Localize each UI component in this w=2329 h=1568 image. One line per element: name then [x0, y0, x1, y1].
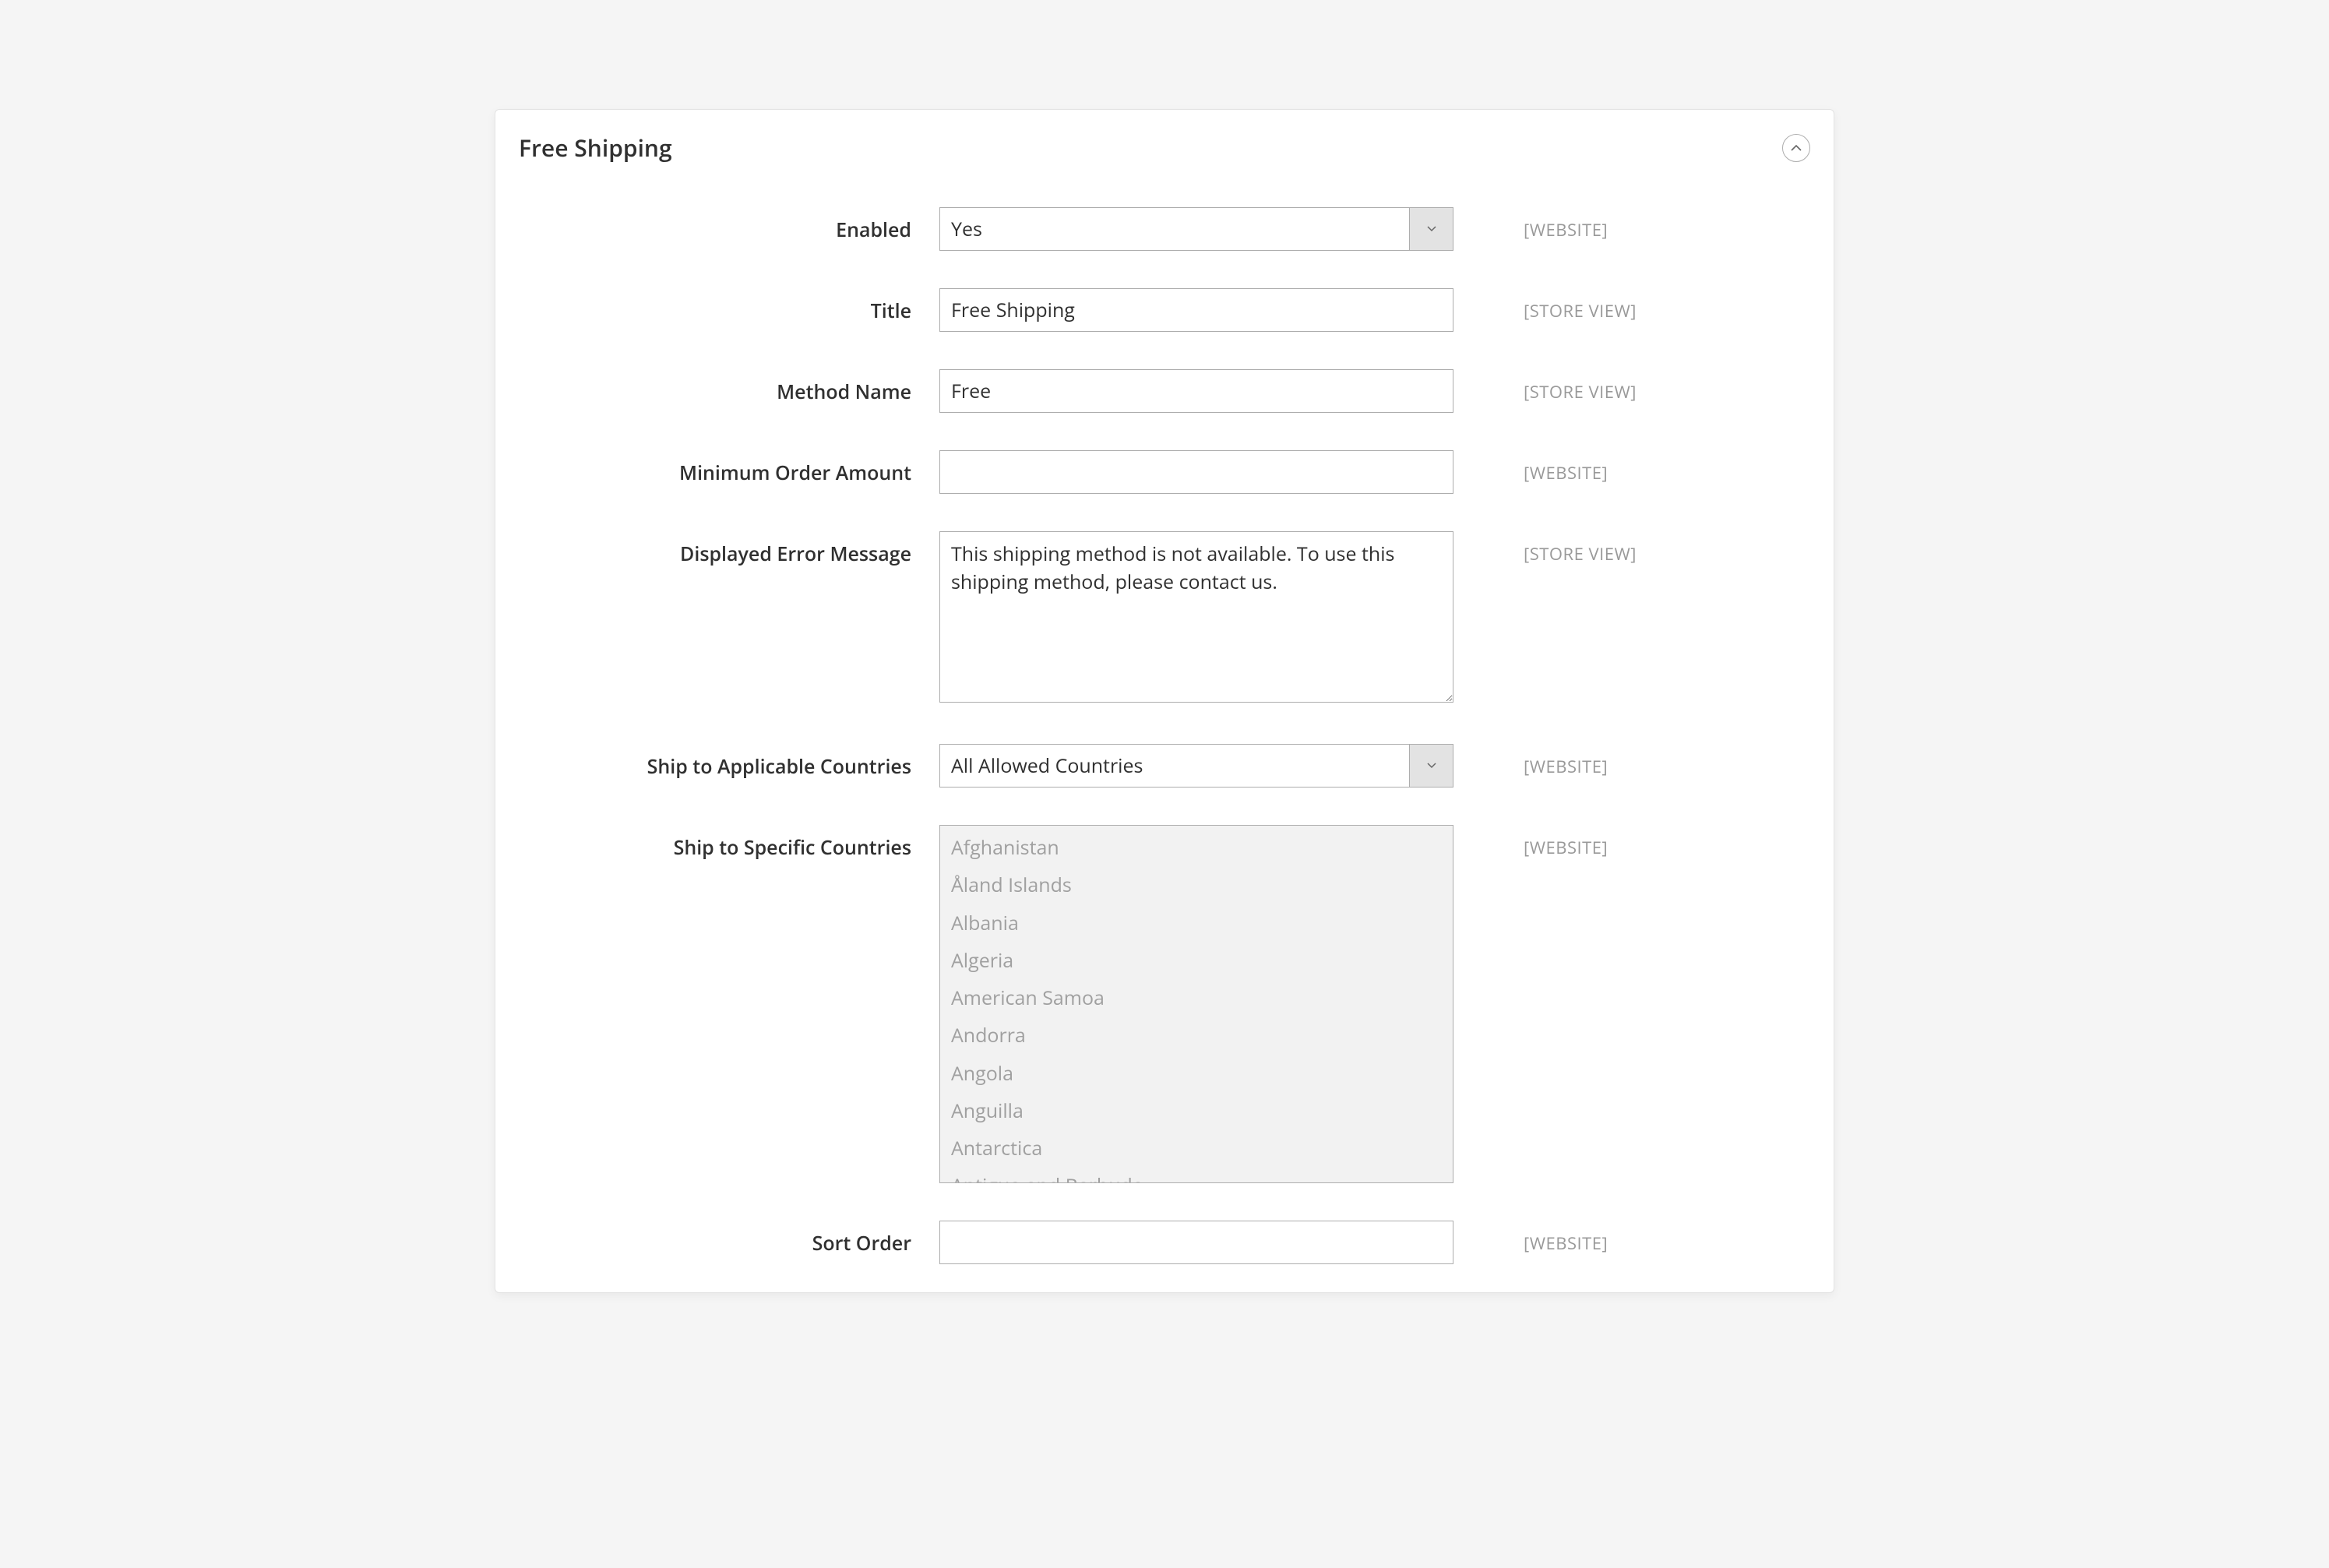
scope-ship-applicable: [WEBSITE] [1453, 744, 1608, 778]
chevron-down-icon [1427, 226, 1436, 232]
country-option[interactable]: Angola [940, 1055, 1453, 1092]
error-msg-textarea[interactable]: This shipping method is not available. T… [939, 531, 1453, 703]
country-option[interactable]: Algeria [940, 942, 1453, 979]
ship-applicable-select-value: All Allowed Countries [940, 745, 1409, 787]
chevron-down-icon [1427, 763, 1436, 769]
ship-specific-multiselect[interactable]: AfghanistanÅland IslandsAlbaniaAlgeriaAm… [939, 825, 1453, 1183]
method-name-input[interactable] [939, 369, 1453, 413]
enabled-select-value: Yes [940, 208, 1409, 250]
panel-title: Free Shipping [519, 132, 672, 164]
scope-sort-order: [WEBSITE] [1453, 1221, 1608, 1255]
row-method-name: Method Name [STORE VIEW] [519, 369, 1810, 413]
ship-applicable-select-arrow [1409, 745, 1453, 787]
label-method-name: Method Name [519, 369, 939, 405]
country-option[interactable]: Åland Islands [940, 866, 1453, 904]
collapse-button[interactable] [1782, 134, 1810, 162]
country-option[interactable]: Antarctica [940, 1129, 1453, 1167]
panel-header: Free Shipping [495, 110, 1834, 184]
row-title: Title [STORE VIEW] [519, 288, 1810, 332]
country-option[interactable]: Antigua and Barbuda [940, 1167, 1453, 1183]
free-shipping-panel: Free Shipping Enabled Yes [WEBSITE] [495, 109, 1834, 1293]
row-min-order: Minimum Order Amount [WEBSITE] [519, 450, 1810, 494]
scope-method-name: [STORE VIEW] [1453, 369, 1637, 403]
country-option[interactable]: Andorra [940, 1017, 1453, 1054]
country-option[interactable]: Anguilla [940, 1092, 1453, 1129]
enabled-select-arrow [1409, 208, 1453, 250]
min-order-input[interactable] [939, 450, 1453, 494]
scope-min-order: [WEBSITE] [1453, 450, 1608, 484]
label-error-msg: Displayed Error Message [519, 531, 939, 567]
row-ship-applicable: Ship to Applicable Countries All Allowed… [519, 744, 1810, 788]
chevron-up-icon [1791, 144, 1802, 152]
country-option[interactable]: Afghanistan [940, 829, 1453, 866]
row-error-msg: Displayed Error Message This shipping me… [519, 531, 1810, 706]
title-input[interactable] [939, 288, 1453, 332]
form-body: Enabled Yes [WEBSITE] Title [STO [495, 184, 1834, 1292]
country-option[interactable]: American Samoa [940, 979, 1453, 1017]
ship-applicable-select[interactable]: All Allowed Countries [939, 744, 1453, 788]
label-ship-applicable: Ship to Applicable Countries [519, 744, 939, 780]
scope-title: [STORE VIEW] [1453, 288, 1637, 322]
sort-order-input[interactable] [939, 1221, 1453, 1264]
label-sort-order: Sort Order [519, 1221, 939, 1256]
scope-enabled: [WEBSITE] [1453, 207, 1608, 241]
scope-error-msg: [STORE VIEW] [1453, 531, 1637, 566]
scope-ship-specific: [WEBSITE] [1453, 825, 1608, 859]
enabled-select[interactable]: Yes [939, 207, 1453, 251]
row-enabled: Enabled Yes [WEBSITE] [519, 207, 1810, 251]
label-title: Title [519, 288, 939, 324]
label-ship-specific: Ship to Specific Countries [519, 825, 939, 861]
label-min-order: Minimum Order Amount [519, 450, 939, 486]
row-sort-order: Sort Order [WEBSITE] [519, 1221, 1810, 1264]
label-enabled: Enabled [519, 207, 939, 243]
country-option[interactable]: Albania [940, 904, 1453, 942]
row-ship-specific: Ship to Specific Countries AfghanistanÅl… [519, 825, 1810, 1183]
